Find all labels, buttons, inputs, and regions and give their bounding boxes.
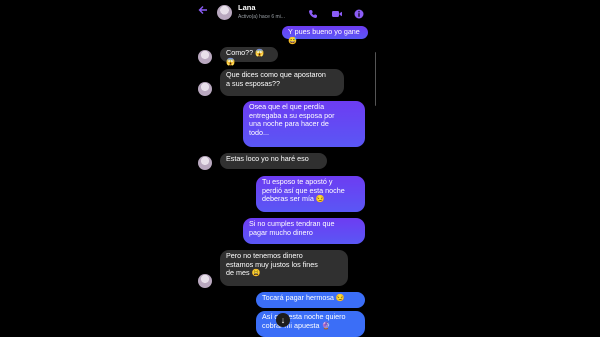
contact-status: Activo(a) hace 6 mi... xyxy=(238,14,285,20)
contact-avatar[interactable] xyxy=(217,5,232,20)
contact-avatar xyxy=(198,82,212,96)
message-bubble[interactable]: Y pues bueno yo gane 😅 xyxy=(282,26,368,44)
message-bubble[interactable]: Estas loco yo no haré eso xyxy=(220,153,327,169)
message-bubble[interactable]: Si no cumples tendran que pagar mucho di… xyxy=(243,218,365,244)
message-bubble[interactable]: Que dices como que apostaron a sus espos… xyxy=(220,69,344,96)
arrow-down-icon: ↓ xyxy=(280,315,286,325)
phone-icon[interactable] xyxy=(308,6,318,24)
video-icon[interactable] xyxy=(331,6,343,24)
message-bubble[interactable]: Como?? 😱😱 xyxy=(220,47,278,65)
contact-avatar xyxy=(198,274,212,288)
contact-avatar xyxy=(198,50,212,64)
message-bubble[interactable]: Así que esta noche quiero cobrar mi apue… xyxy=(256,311,365,337)
chat-header: Lana Activo(a) hace 6 mi... xyxy=(190,0,376,26)
contact-avatar xyxy=(198,156,212,170)
message-bubble[interactable]: Pero no tenemos dinero estamos muy justo… xyxy=(220,250,348,286)
message-bubble[interactable]: Osea que el que perdía entregaba a su es… xyxy=(243,101,365,147)
message-bubble[interactable]: Tu esposo te apostó y perdió así que est… xyxy=(256,176,365,212)
scrollbar[interactable] xyxy=(375,52,376,106)
contact-name[interactable]: Lana xyxy=(238,3,256,12)
chat-screen: Lana Activo(a) hace 6 mi... Y pues bueno… xyxy=(190,0,376,337)
arrow-left-icon[interactable] xyxy=(198,4,208,18)
scroll-down-button[interactable]: ↓ xyxy=(276,313,290,327)
info-icon[interactable] xyxy=(354,6,364,24)
message-bubble[interactable]: Tocará pagar hermosa 😏 xyxy=(256,292,365,308)
